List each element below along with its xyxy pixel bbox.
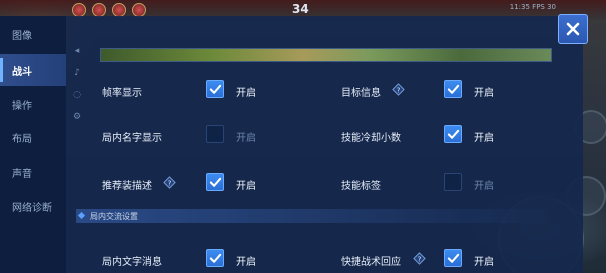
quick-response-state: 开启 bbox=[474, 257, 494, 268]
side-icon-column: ◂ ♪ ◌ ⚙ bbox=[72, 46, 84, 134]
svg-text:?: ? bbox=[418, 254, 422, 263]
hero-avatar-icon bbox=[72, 3, 86, 17]
setting-label-quick-response: 快捷战术回应 bbox=[341, 257, 401, 268]
sidebar-item-label: 网络诊断 bbox=[12, 202, 52, 214]
skill-tag-checkbox[interactable] bbox=[444, 173, 462, 191]
setting-label-recommend-desc: 推荐装描述 bbox=[102, 181, 152, 192]
setting-label-cooldown-decimal: 技能冷却小数 bbox=[341, 133, 401, 144]
sidebar-item-network[interactable]: 网络诊断 bbox=[0, 190, 66, 222]
name-display-state: 开启 bbox=[236, 133, 256, 144]
recommend-desc-state: 开启 bbox=[236, 181, 256, 192]
setting-label-text-message: 局内文字消息 bbox=[102, 257, 162, 268]
sidebar-item-controls[interactable]: 操作 bbox=[0, 88, 66, 120]
hero-avatar-icon bbox=[112, 3, 126, 17]
name-display-checkbox[interactable] bbox=[206, 125, 224, 143]
hero-avatar-icon bbox=[132, 3, 146, 17]
cooldown-decimal-checkbox[interactable] bbox=[444, 125, 462, 143]
fps-state: 开启 bbox=[236, 88, 256, 99]
sidebar-item-combat[interactable]: 战斗 bbox=[0, 54, 66, 86]
text-message-checkbox[interactable] bbox=[206, 249, 224, 267]
info-icon[interactable]: ? bbox=[413, 252, 426, 265]
info-icon[interactable]: ? bbox=[392, 83, 405, 96]
settings-icon: ⚙ bbox=[72, 112, 82, 122]
sidebar-item-label: 图像 bbox=[12, 30, 32, 42]
sidebar-item-graphics[interactable]: 图像 bbox=[0, 18, 66, 50]
check-icon bbox=[447, 84, 460, 94]
setting-label-fps: 帧率显示 bbox=[102, 88, 142, 99]
target-info-checkbox[interactable] bbox=[444, 80, 462, 98]
skill-tag-state: 开启 bbox=[474, 181, 494, 192]
hud-status: 11:35 FPS 30 bbox=[509, 3, 556, 11]
settings-sidebar: 图像 战斗 操作 布局 声音 网络诊断 bbox=[0, 16, 66, 273]
close-icon bbox=[566, 22, 580, 36]
cooldown-decimal-state: 开启 bbox=[474, 133, 494, 144]
check-icon bbox=[209, 84, 222, 94]
sidebar-item-sound[interactable]: 声音 bbox=[0, 156, 66, 188]
check-icon bbox=[209, 253, 222, 263]
quick-response-checkbox[interactable] bbox=[444, 249, 462, 267]
check-icon bbox=[447, 129, 460, 139]
sidebar-item-label: 声音 bbox=[12, 168, 32, 180]
setting-label-target-info: 目标信息 bbox=[341, 88, 381, 99]
section-title: 局内交流设置 bbox=[90, 212, 138, 221]
check-icon bbox=[447, 253, 460, 263]
fps-checkbox[interactable] bbox=[206, 80, 224, 98]
setting-label-name-display: 局内名字显示 bbox=[102, 133, 162, 144]
sidebar-item-label: 战斗 bbox=[12, 66, 32, 78]
chat-icon: ◌ bbox=[73, 90, 81, 100]
hero-avatar-icon bbox=[92, 3, 106, 17]
svg-text:?: ? bbox=[397, 85, 401, 94]
text-message-state: 开启 bbox=[236, 257, 256, 268]
info-icon[interactable]: ? bbox=[163, 176, 176, 189]
sidebar-item-label: 操作 bbox=[12, 100, 32, 112]
mic-icon: ♪ bbox=[74, 68, 80, 78]
svg-text:?: ? bbox=[168, 178, 172, 187]
close-button[interactable] bbox=[558, 14, 588, 44]
sidebar-item-layout[interactable]: 布局 bbox=[0, 121, 66, 153]
section-header bbox=[76, 209, 556, 223]
sidebar-item-label: 布局 bbox=[12, 133, 32, 145]
setting-label-skill-tag: 技能标签 bbox=[341, 181, 381, 192]
speaker-icon: ◂ bbox=[74, 46, 80, 56]
check-icon bbox=[209, 177, 222, 187]
recommend-desc-checkbox[interactable] bbox=[206, 173, 224, 191]
target-info-state: 开启 bbox=[474, 88, 494, 99]
preview-bar bbox=[100, 48, 552, 62]
hud-score: 34 bbox=[292, 2, 309, 16]
